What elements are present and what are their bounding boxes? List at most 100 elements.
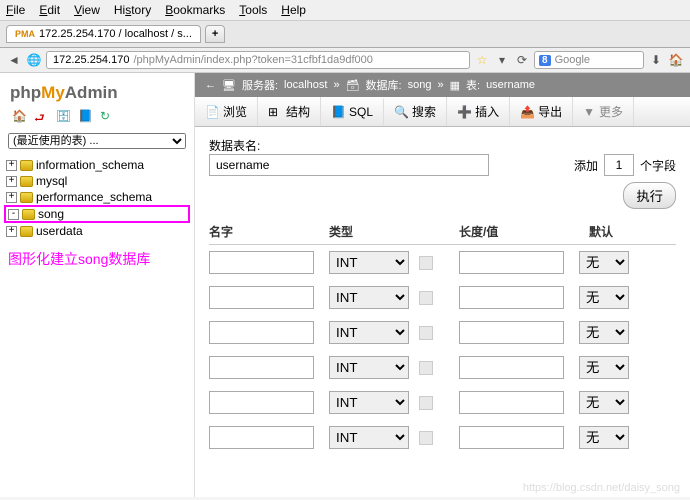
download-icon[interactable]: ⬇ xyxy=(648,52,664,68)
browser-tab[interactable]: PMA 172.25.254.170 / localhost / s... xyxy=(6,25,201,43)
col-default-select[interactable]: 无 xyxy=(579,426,629,449)
col-type-select[interactable]: INT xyxy=(329,391,409,414)
col-name-input[interactable] xyxy=(209,356,314,379)
tablename-input[interactable] xyxy=(209,154,489,176)
col-name-input[interactable] xyxy=(209,251,314,274)
tab-结构[interactable]: ⊞结构 xyxy=(258,97,321,126)
tab-导出[interactable]: 📤导出 xyxy=(510,97,573,126)
breadcrumb-server[interactable]: localhost xyxy=(284,79,327,91)
col-name-input[interactable] xyxy=(209,286,314,309)
tree-toggle-icon[interactable]: - xyxy=(8,209,19,220)
pma-favicon: PMA xyxy=(15,29,35,39)
recent-tables-select[interactable]: (最近使用的表) ... xyxy=(8,133,186,149)
column-row: INT 无 xyxy=(209,385,676,420)
search-box[interactable]: 8 Google xyxy=(534,51,644,69)
column-row: INT 无 xyxy=(209,420,676,455)
breadcrumb-table[interactable]: username xyxy=(486,79,535,91)
col-link-icon[interactable] xyxy=(419,326,433,340)
url-input[interactable]: 172.25.254.170/phpMyAdmin/index.php?toke… xyxy=(46,51,470,69)
sidebar: phpMyAdmin 🏠 ⮐ 🗄 📘 ↻ (最近使用的表) ... +infor… xyxy=(0,73,195,497)
tab-icon: 🔍 xyxy=(394,105,408,119)
sidebar-icons: 🏠 ⮐ 🗄 📘 ↻ xyxy=(4,105,190,127)
menu-edit[interactable]: Edit xyxy=(39,3,60,17)
home-small-icon[interactable]: 🏠 xyxy=(12,109,26,123)
database-icon xyxy=(20,160,33,171)
col-link-icon[interactable] xyxy=(419,361,433,375)
tree-label: mysql xyxy=(36,174,67,188)
col-length-input[interactable] xyxy=(459,391,564,414)
tab-more[interactable]: ▼ 更多 xyxy=(573,97,634,126)
tree-toggle-icon[interactable]: + xyxy=(6,176,17,187)
database-tree: + information_schema + mysql + performance_sc… xyxy=(4,157,190,239)
tree-node-information_schema[interactable]: + information_schema xyxy=(4,157,190,173)
reload-icon[interactable]: ⟳ xyxy=(514,52,530,68)
col-type-select[interactable]: INT xyxy=(329,251,409,274)
tab-SQL[interactable]: 📘SQL xyxy=(321,99,384,125)
logout-icon[interactable]: ⮐ xyxy=(34,109,48,123)
col-name-input[interactable] xyxy=(209,426,314,449)
tab-icon: ⊞ xyxy=(268,105,282,119)
tree-node-userdata[interactable]: +userdata xyxy=(4,223,190,239)
tab-icon: 📘 xyxy=(331,105,345,119)
col-link-icon[interactable] xyxy=(419,291,433,305)
col-default-select[interactable]: 无 xyxy=(579,391,629,414)
col-name-input[interactable] xyxy=(209,391,314,414)
tab-浏览[interactable]: 📄 浏览 xyxy=(195,97,258,126)
refresh-icon[interactable]: ↻ xyxy=(100,109,114,123)
tree-label: performance_schema xyxy=(36,190,152,204)
bookmark-star-icon[interactable]: ☆ xyxy=(474,52,490,68)
tab-搜索[interactable]: 🔍搜索 xyxy=(384,97,447,126)
tab-icon: 📄 xyxy=(205,105,219,119)
tree-node-mysql[interactable]: + mysql xyxy=(4,173,190,189)
tree-label: song xyxy=(38,207,64,221)
main-panel: ← 🖥 服务器: localhost » 🗃 数据库: song » ▦ 表: … xyxy=(195,73,690,497)
tree-toggle-icon[interactable]: + xyxy=(6,192,17,203)
menubar: File Edit View History Bookmarks Tools H… xyxy=(0,0,690,21)
col-link-icon[interactable] xyxy=(419,431,433,445)
breadcrumb-db[interactable]: song xyxy=(408,79,432,91)
menu-view[interactable]: View xyxy=(74,3,100,17)
create-table-panel: 数据表名: 添加 个字段 执行 名字 类型 长度/值 默认 INT xyxy=(195,127,690,497)
col-name-input[interactable] xyxy=(209,321,314,344)
col-length-input[interactable] xyxy=(459,321,564,344)
new-tab-button[interactable]: + xyxy=(205,25,225,43)
col-link-icon[interactable] xyxy=(419,256,433,270)
sql-icon[interactable]: 🗄 xyxy=(56,109,70,123)
menu-file[interactable]: File xyxy=(6,3,25,17)
add-count-input[interactable] xyxy=(604,154,634,176)
tree-node-performance_schema[interactable]: + performance_schema xyxy=(4,189,190,205)
col-type-select[interactable]: INT xyxy=(329,426,409,449)
docs-icon[interactable]: 📘 xyxy=(78,109,92,123)
breadcrumb-back-icon[interactable]: ← xyxy=(205,79,216,91)
tree-node-song[interactable]: - song xyxy=(4,205,190,223)
menu-help[interactable]: Help xyxy=(281,3,306,17)
col-default-select[interactable]: 无 xyxy=(579,251,629,274)
execute-button[interactable]: 执行 xyxy=(623,182,676,209)
db-icon: 🗃 xyxy=(346,79,360,92)
col-type-select[interactable]: INT xyxy=(329,286,409,309)
col-link-icon[interactable] xyxy=(419,396,433,410)
home-icon[interactable]: 🏠 xyxy=(668,52,684,68)
server-icon: 🖥 xyxy=(222,79,236,92)
col-default-select[interactable]: 无 xyxy=(579,356,629,379)
col-length-input[interactable] xyxy=(459,251,564,274)
col-type-select[interactable]: INT xyxy=(329,321,409,344)
menu-bookmarks[interactable]: Bookmarks xyxy=(165,3,225,17)
menu-tools[interactable]: Tools xyxy=(239,3,267,17)
col-header-name: 名字 xyxy=(209,223,329,240)
back-button[interactable]: ◄ xyxy=(6,52,22,68)
tree-label: information_schema xyxy=(36,158,144,172)
menu-history[interactable]: History xyxy=(114,3,151,17)
tab-插入[interactable]: ➕插入 xyxy=(447,97,510,126)
main-tabs: 📄 浏览 ⊞结构📘SQL🔍搜索➕插入📤导出▼ 更多 xyxy=(195,97,690,127)
tree-toggle-icon[interactable]: + xyxy=(6,160,17,171)
tree-toggle-icon[interactable]: + xyxy=(6,226,17,237)
tab-label: 浏览 xyxy=(223,103,247,120)
col-length-input[interactable] xyxy=(459,426,564,449)
col-length-input[interactable] xyxy=(459,356,564,379)
col-length-input[interactable] xyxy=(459,286,564,309)
dropdown-icon[interactable]: ▾ xyxy=(494,52,510,68)
col-type-select[interactable]: INT xyxy=(329,356,409,379)
col-default-select[interactable]: 无 xyxy=(579,286,629,309)
col-default-select[interactable]: 无 xyxy=(579,321,629,344)
